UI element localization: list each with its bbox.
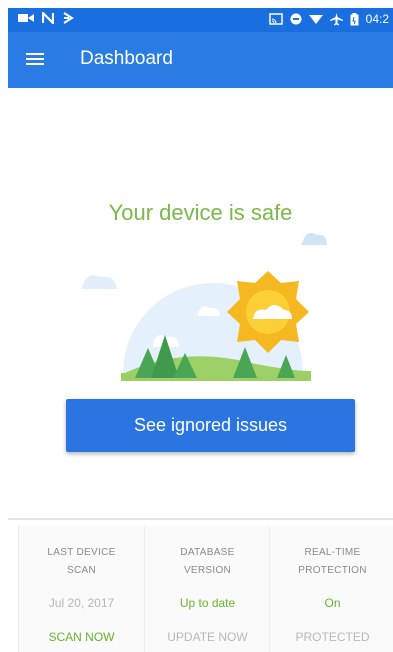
page-title: Dashboard [80,48,173,69]
last-scan-label-2: SCAN [67,565,96,576]
last-scan-label: LAST DEVICE [47,547,116,558]
app-bar: Dashboard [8,32,393,88]
protection-label: REAL-TIME [304,547,361,558]
menu-icon [26,53,44,55]
see-ignored-issues-button[interactable]: See ignored issues [66,399,355,452]
nfc-icon [42,12,54,24]
wifi-icon [308,15,323,24]
protection-label-2: PROTECTION [298,565,367,576]
cloud-icon [81,275,117,289]
update-now-button[interactable]: UPDATE NOW [145,630,270,644]
screen: 04:2 Dashboard Your device is safe See i… [8,8,393,652]
protection-value: On [324,596,341,610]
airplane-icon [329,12,343,25]
dashboard-content: Your device is safe See ignored issues [8,88,393,518]
realtime-protection-card: REAL-TIME PROTECTION On PROTECTED [269,526,393,652]
sun-icon [227,271,309,353]
status-summary-panel: LAST DEVICE SCAN Jul 20, 2017 SCAN NOW D… [18,526,393,652]
status-bar: 04:2 [8,8,393,32]
scan-now-button[interactable]: SCAN NOW [19,630,144,644]
cloud-icon [301,233,327,245]
cast-icon [268,13,283,25]
database-label-2: VERSION [183,565,232,576]
protected-status: PROTECTED [295,630,370,644]
database-version-card: DATABASE VERSION Up to date UPDATE NOW [144,526,270,652]
battery-icon [350,12,359,25]
status-time: 04:2 [365,12,389,26]
video-icon [18,14,34,22]
do-not-disturb-icon [290,13,302,25]
database-value: Up to date [179,596,236,610]
last-scan-value: Jul 20, 2017 [48,596,115,610]
divider [8,518,393,520]
last-scan-card: LAST DEVICE SCAN Jul 20, 2017 SCAN NOW [19,526,144,652]
vpn-key-icon [63,12,74,24]
menu-button[interactable] [26,50,46,70]
database-label: DATABASE [180,547,235,558]
